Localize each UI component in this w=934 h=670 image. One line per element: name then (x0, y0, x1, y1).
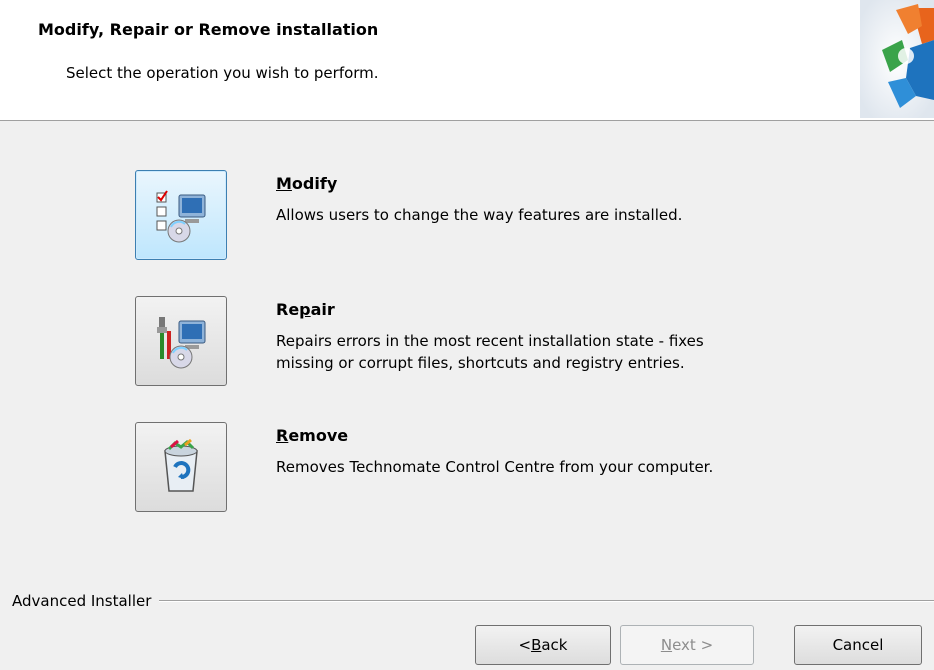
repair-title: Repair (276, 300, 335, 319)
remove-button[interactable] (135, 422, 227, 512)
modify-description: Allows users to change the way features … (276, 206, 683, 224)
repair-tools-icon (157, 317, 206, 369)
recycle-bin-icon (164, 438, 198, 492)
footer-brand-group: Advanced Installer (12, 590, 934, 612)
repair-description: Repairs errors in the most recent instal… (276, 330, 836, 374)
remove-title: Remove (276, 426, 349, 445)
remove-description: Removes Technomate Control Centre from y… (276, 458, 714, 476)
page-title: Modify, Repair or Remove installation (38, 20, 379, 39)
installer-logo-icon (860, 0, 934, 118)
repair-button[interactable] (135, 296, 227, 386)
next-button[interactable]: Next > (620, 625, 754, 665)
footer-divider (159, 600, 934, 602)
modify-title: Modify (276, 174, 338, 193)
modify-features-icon (156, 190, 206, 243)
back-button[interactable]: < Back (475, 625, 611, 665)
modify-button[interactable] (135, 170, 227, 260)
footer-brand-label: Advanced Installer (12, 592, 152, 610)
repair-description-line-1: Repairs errors in the most recent instal… (276, 332, 704, 350)
cancel-button[interactable]: Cancel (794, 625, 922, 665)
repair-description-line-2: missing or corrupt files, shortcuts and … (276, 354, 685, 372)
header-banner: Modify, Repair or Remove installation Se… (0, 0, 934, 121)
page-subtitle: Select the operation you wish to perform… (66, 64, 379, 82)
